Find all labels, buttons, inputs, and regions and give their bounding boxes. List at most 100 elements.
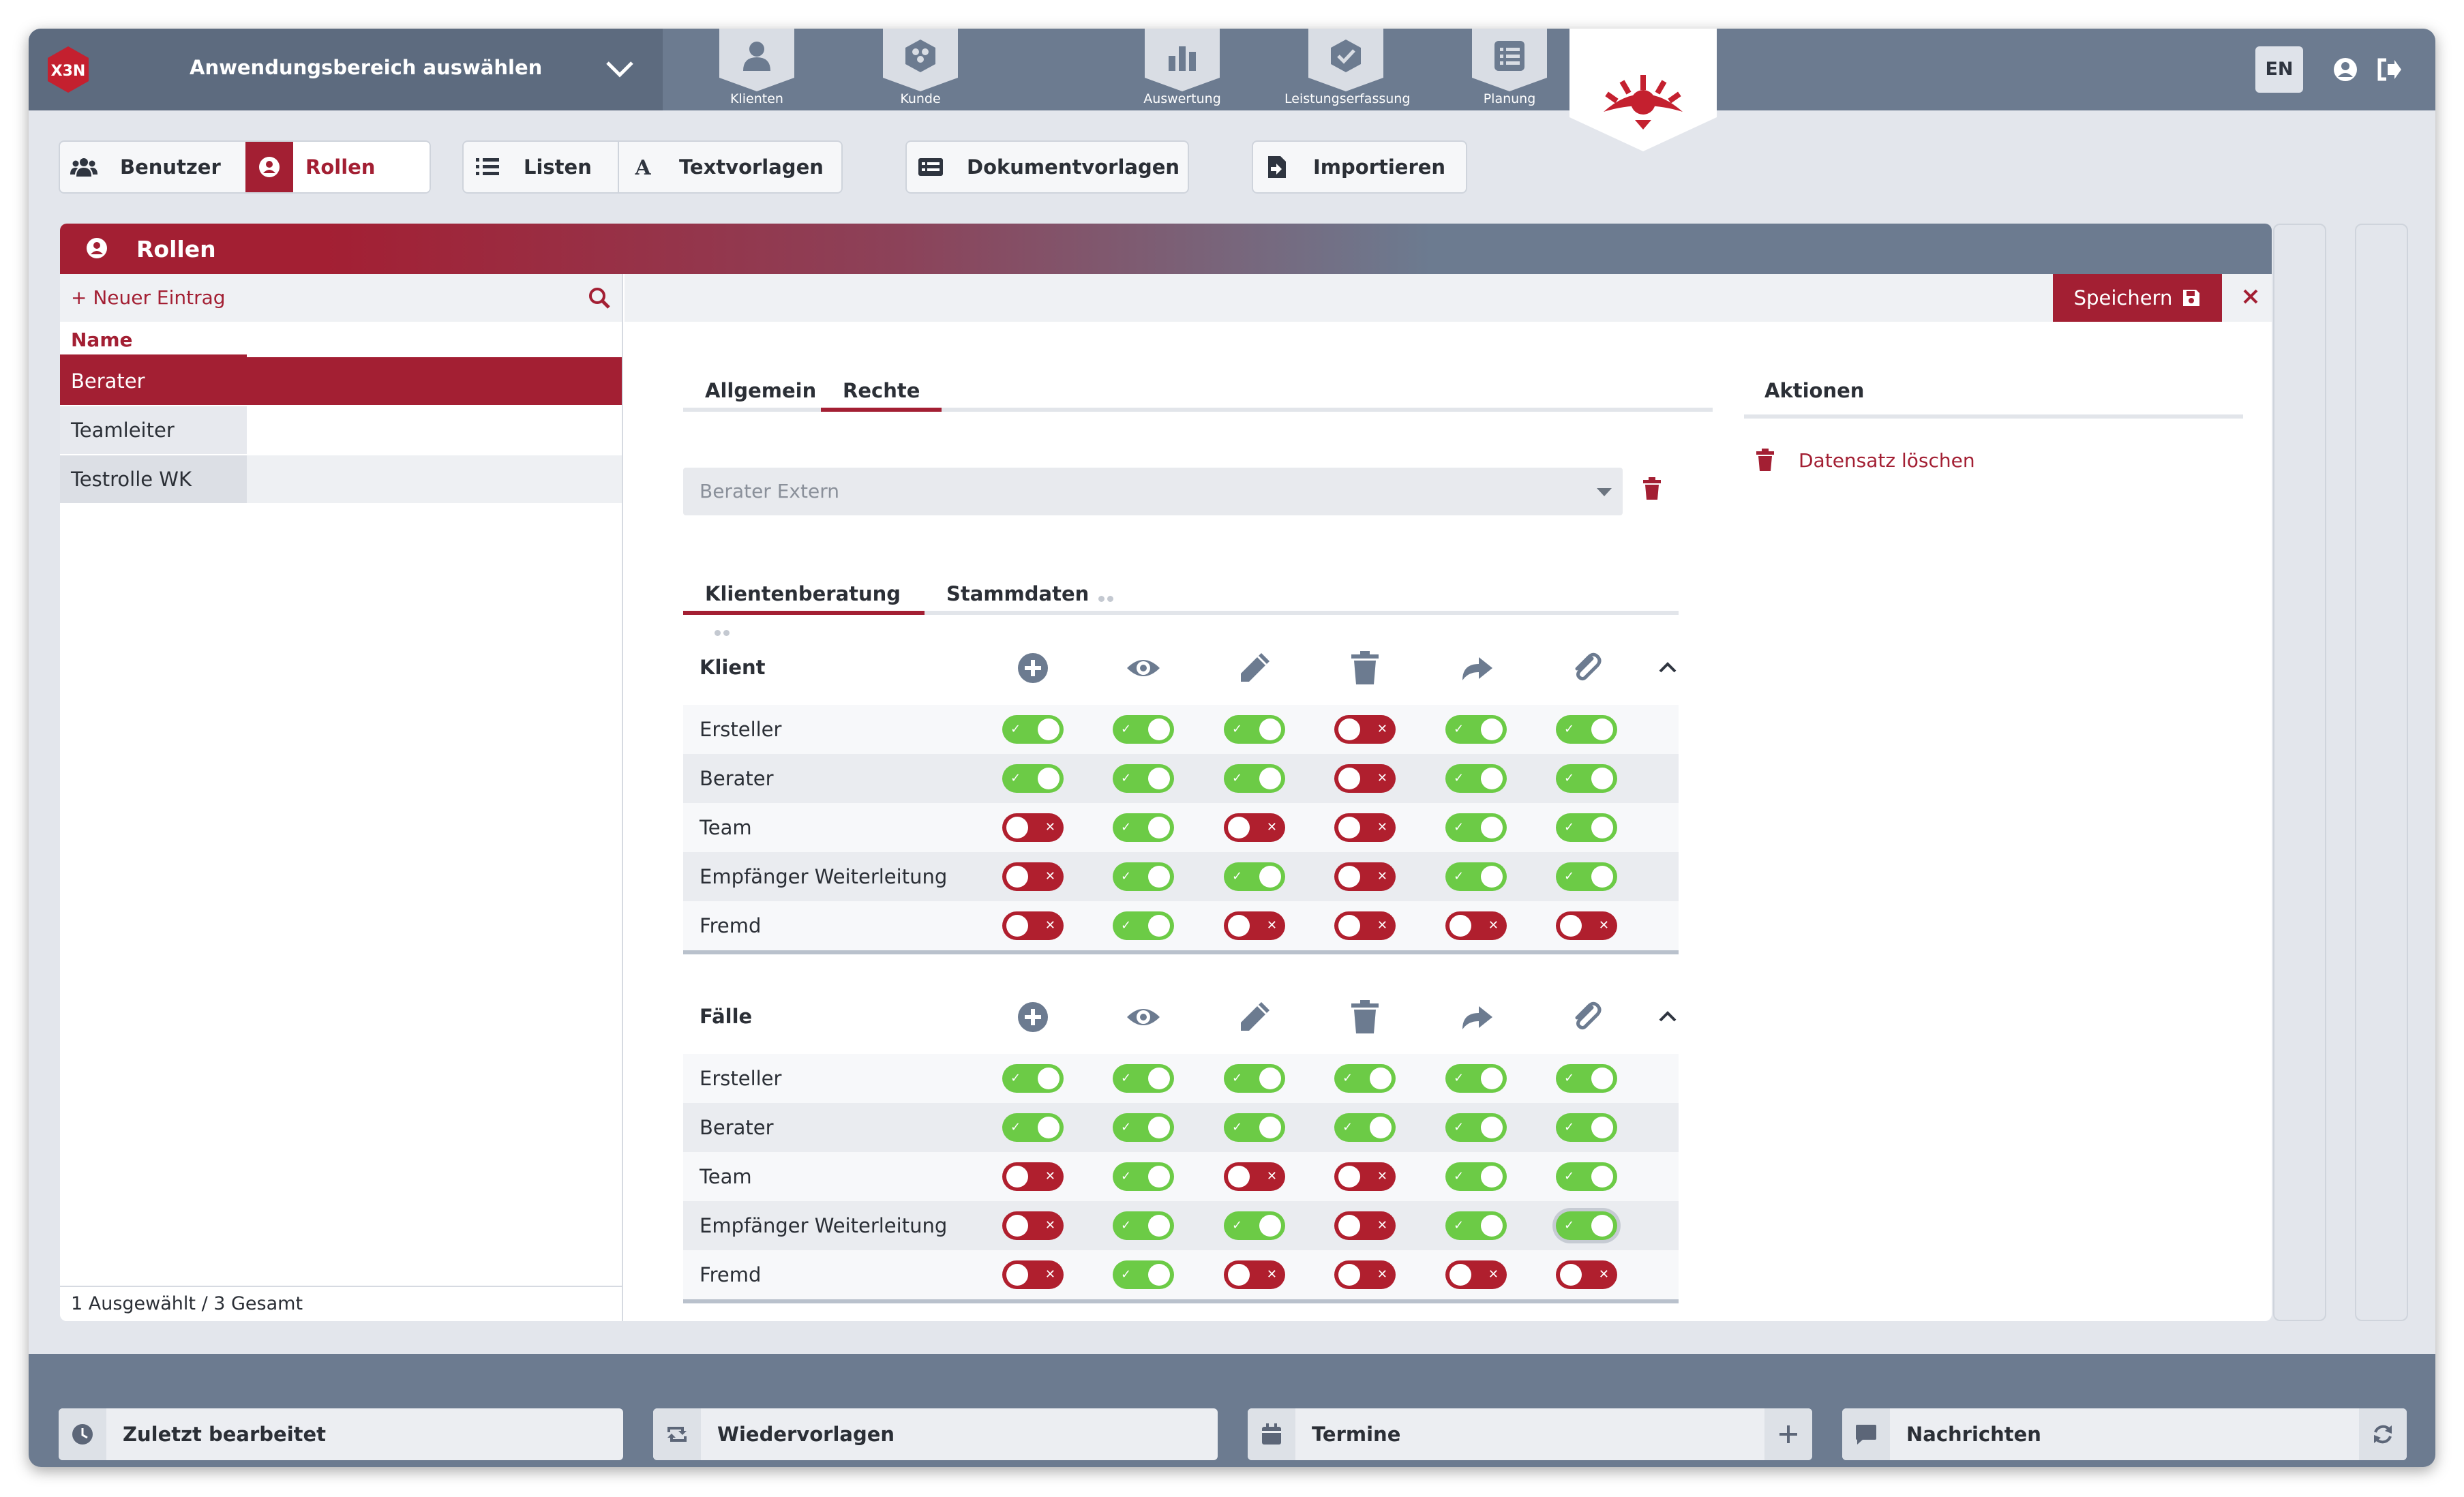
chevron-up-icon[interactable] (1658, 1010, 1677, 1023)
permission-toggle[interactable]: ✓ (1445, 1113, 1507, 1142)
permission-toggle[interactable]: ✓ (1224, 764, 1285, 793)
permission-toggle[interactable]: ✓ (1224, 862, 1285, 891)
permission-toggle[interactable]: ✕ (1002, 911, 1064, 940)
chevron-up-icon[interactable] (1658, 661, 1677, 674)
permission-toggle[interactable]: ✓ (1224, 1211, 1285, 1240)
permission-toggle[interactable]: ✓ (1002, 715, 1064, 744)
side-panel-collapsed[interactable] (2273, 224, 2326, 1321)
permission-toggle[interactable]: ✕ (1224, 911, 1285, 940)
permission-toggle[interactable]: ✕ (1334, 1162, 1396, 1191)
permission-toggle[interactable]: ✕ (1002, 862, 1064, 891)
list-item[interactable]: Berater (60, 357, 622, 405)
document-templates-tab[interactable]: Dokumentvorlagen (907, 142, 1188, 192)
new-entry-button[interactable]: + Neuer Eintrag (71, 286, 226, 309)
permission-toggle[interactable]: ✓ (1002, 1064, 1064, 1093)
import-tab[interactable]: Importieren (1253, 142, 1466, 192)
close-icon[interactable] (2240, 286, 2261, 307)
list-item[interactable]: Teamleiter (60, 406, 622, 454)
permission-toggle[interactable]: ✕ (1334, 1211, 1396, 1240)
permission-toggle[interactable]: ✓ (1002, 764, 1064, 793)
permission-toggle[interactable]: ✓ (1445, 764, 1507, 793)
trash-icon[interactable] (1642, 477, 1662, 500)
delete-record-link[interactable]: Datensatz löschen (1755, 449, 1975, 472)
messages-panel[interactable]: Nachrichten (1842, 1408, 2407, 1460)
permission-toggle[interactable]: ✓ (1113, 1260, 1174, 1289)
app-selector[interactable]: X3N Anwendungsbereich auswählen (29, 29, 663, 110)
permission-toggle[interactable]: ✕ (1002, 1162, 1064, 1191)
permission-toggle[interactable]: ✓ (1445, 1064, 1507, 1093)
save-button[interactable]: Speichern (2053, 274, 2222, 322)
permission-toggle[interactable]: ✓ (1113, 1211, 1174, 1240)
home-brand-tab[interactable] (1569, 29, 1717, 151)
permission-toggle[interactable]: ✓ (1556, 813, 1617, 842)
list-item[interactable]: Testrolle WK (60, 455, 622, 503)
permission-toggle[interactable]: ✓ (1556, 1162, 1617, 1191)
nav-tab-auswertung[interactable]: Auswertung (1121, 29, 1244, 110)
tab-rechte[interactable]: Rechte (821, 374, 942, 412)
permission-toggle[interactable]: ✕ (1224, 1162, 1285, 1191)
roles-tab[interactable]: Rollen (245, 142, 430, 192)
permission-toggle[interactable]: ✓ (1556, 1113, 1617, 1142)
permission-toggle[interactable]: ✕ (1224, 1260, 1285, 1289)
recent-panel[interactable]: Zuletzt bearbeitet (59, 1408, 623, 1460)
user-account-icon[interactable] (2332, 56, 2359, 83)
permission-toggle[interactable]: ✓ (1113, 862, 1174, 891)
logout-icon[interactable] (2375, 56, 2403, 83)
subtab-klientenberatung[interactable]: Klientenberatung (683, 577, 925, 636)
permission-toggle[interactable]: ✕ (1224, 813, 1285, 842)
language-button[interactable]: EN (2255, 46, 2303, 93)
permission-toggle[interactable]: ✓ (1556, 862, 1617, 891)
permission-toggle[interactable]: ✕ (1334, 764, 1396, 793)
permission-toggle[interactable]: ✓ (1556, 1064, 1617, 1093)
permission-toggle[interactable]: ✕ (1334, 911, 1396, 940)
permission-toggle[interactable]: ✕ (1556, 1260, 1617, 1289)
permission-toggle[interactable]: ✓ (1113, 764, 1174, 793)
tab-allgemein[interactable]: Allgemein (683, 374, 838, 412)
permission-toggle[interactable]: ✓ (1334, 1113, 1396, 1142)
refresh-messages-button[interactable] (2359, 1408, 2407, 1460)
permission-toggle[interactable]: ✕ (1556, 911, 1617, 940)
column-header-name[interactable]: Name (71, 329, 133, 351)
permission-toggle[interactable]: ✕ (1445, 1260, 1507, 1289)
permission-toggle[interactable]: ✓ (1445, 1162, 1507, 1191)
permission-toggle[interactable]: ✓ (1556, 764, 1617, 793)
permission-toggle[interactable]: ✓ (1445, 1211, 1507, 1240)
permission-toggle[interactable]: ✓ (1224, 1064, 1285, 1093)
permission-toggle[interactable]: ✓ (1113, 1113, 1174, 1142)
permission-toggle[interactable]: ✕ (1334, 813, 1396, 842)
permission-toggle[interactable]: ✕ (1334, 862, 1396, 891)
permission-toggle[interactable]: ✓ (1556, 1211, 1617, 1240)
permission-toggle[interactable]: ✓ (1445, 813, 1507, 842)
subtab-stammdaten[interactable]: Stammdaten (925, 577, 1135, 615)
permission-toggle[interactable]: ✓ (1334, 1064, 1396, 1093)
add-appointment-button[interactable] (1764, 1408, 1812, 1460)
permission-toggle[interactable]: ✓ (1113, 813, 1174, 842)
permission-toggle[interactable]: ✓ (1445, 715, 1507, 744)
nav-tab-klienten[interactable]: Klienten (695, 29, 818, 110)
role-select[interactable]: Berater Extern (683, 468, 1623, 515)
side-panel-collapsed[interactable] (2355, 224, 2408, 1321)
resubmissions-panel[interactable]: Wiedervorlagen (653, 1408, 1218, 1460)
nav-tab-kunde[interactable]: Kunde (859, 29, 982, 110)
permission-toggle[interactable]: ✓ (1113, 1064, 1174, 1093)
permission-toggle[interactable]: ✓ (1113, 911, 1174, 940)
permission-toggle[interactable]: ✕ (1445, 911, 1507, 940)
text-templates-tab[interactable]: A Textvorlagen (618, 142, 841, 192)
permission-toggle[interactable]: ✓ (1224, 1113, 1285, 1142)
users-tab[interactable]: Benutzer (60, 142, 245, 192)
lists-tab[interactable]: Listen (464, 142, 618, 192)
permission-toggle[interactable]: ✓ (1002, 1113, 1064, 1142)
permission-toggle[interactable]: ✓ (1445, 862, 1507, 891)
permission-toggle[interactable]: ✕ (1334, 1260, 1396, 1289)
permission-toggle[interactable]: ✓ (1113, 715, 1174, 744)
appointments-panel[interactable]: Termine (1248, 1408, 1812, 1460)
search-icon[interactable] (588, 286, 611, 309)
permission-toggle[interactable]: ✓ (1113, 1162, 1174, 1191)
nav-tab-leistungserfassung[interactable]: Leistungserfassung (1284, 29, 1410, 110)
permission-toggle[interactable]: ✕ (1002, 1211, 1064, 1240)
permission-toggle[interactable]: ✓ (1556, 715, 1617, 744)
nav-tab-planung[interactable]: Planung (1448, 29, 1571, 110)
permission-toggle[interactable]: ✕ (1002, 1260, 1064, 1289)
permission-toggle[interactable]: ✓ (1224, 715, 1285, 744)
permission-toggle[interactable]: ✕ (1334, 715, 1396, 744)
